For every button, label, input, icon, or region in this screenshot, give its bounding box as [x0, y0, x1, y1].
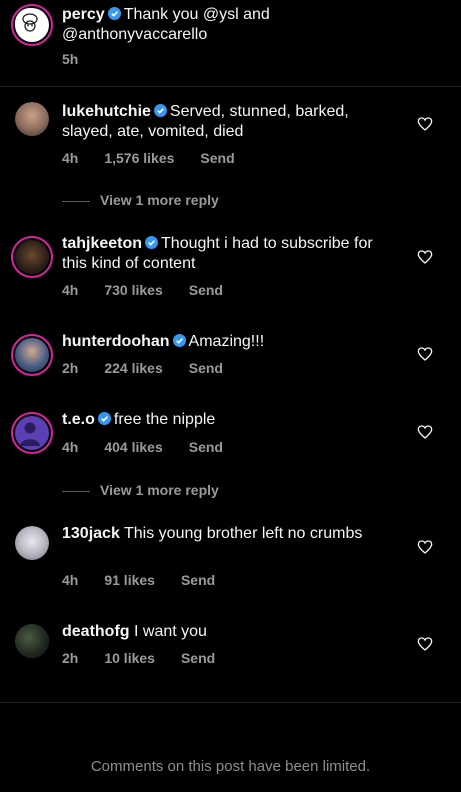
send-button[interactable]: Send — [189, 439, 223, 455]
heart-icon[interactable] — [417, 636, 433, 652]
verified-badge-icon — [172, 334, 186, 347]
heart-icon[interactable] — [417, 116, 433, 132]
view-replies-label: View 1 more reply — [100, 482, 219, 498]
comment-text: This young brother left no crumbs — [124, 525, 363, 542]
comment-text: I want you — [134, 623, 207, 640]
reply-line — [62, 200, 90, 202]
avatar[interactable] — [15, 102, 49, 136]
comment-time: 4h — [62, 282, 79, 298]
send-button[interactable]: Send — [189, 282, 223, 298]
comment-username[interactable]: hunterdoohan — [62, 333, 170, 350]
caption-username[interactable]: percy — [62, 6, 105, 23]
divider — [0, 702, 461, 703]
comment-time: 4h — [62, 150, 79, 166]
avatar[interactable] — [11, 334, 53, 376]
divider — [0, 86, 461, 87]
like-count[interactable]: 224 likes — [104, 360, 162, 376]
heart-icon[interactable] — [417, 424, 433, 440]
comment-username[interactable]: 130jack — [62, 525, 120, 542]
view-replies-button[interactable]: View 1 more reply — [62, 192, 219, 208]
comment-username[interactable]: deathofg — [62, 623, 130, 640]
comments-limited-notice: Comments on this post have been limited. — [90, 758, 371, 775]
avatar[interactable] — [11, 236, 53, 278]
send-button[interactable]: Send — [189, 360, 223, 376]
send-button[interactable]: Send — [181, 572, 215, 588]
like-count[interactable]: 730 likes — [104, 282, 162, 298]
comment-username[interactable]: lukehutchie — [62, 103, 151, 120]
caption-time: 5h — [62, 51, 79, 67]
avatar[interactable] — [15, 526, 49, 560]
like-count[interactable]: 91 likes — [104, 572, 155, 588]
comment-time: 2h — [62, 360, 79, 376]
comment-time: 4h — [62, 572, 79, 588]
reply-line — [62, 490, 90, 492]
avatar[interactable] — [11, 4, 53, 46]
verified-badge-icon — [97, 412, 111, 425]
heart-icon[interactable] — [417, 346, 433, 362]
verified-badge-icon — [145, 236, 159, 249]
heart-icon[interactable] — [417, 539, 433, 555]
verified-badge-icon — [107, 7, 121, 20]
comment-username[interactable]: t.e.o — [62, 411, 95, 428]
avatar[interactable] — [15, 624, 49, 658]
comment-time: 4h — [62, 439, 79, 455]
like-count[interactable]: 1,576 likes — [104, 150, 174, 166]
comment-text: Amazing!!! — [188, 333, 265, 350]
comment-username[interactable]: tahjkeeton — [62, 235, 142, 252]
comment-text: free the nipple — [113, 411, 216, 428]
like-count[interactable]: 404 likes — [104, 439, 162, 455]
comment-time: 2h — [62, 650, 79, 666]
avatar[interactable] — [11, 412, 53, 454]
send-button[interactable]: Send — [200, 150, 234, 166]
view-replies-button[interactable]: View 1 more reply — [62, 482, 219, 498]
verified-badge-icon — [153, 104, 167, 117]
like-count[interactable]: 10 likes — [104, 650, 155, 666]
heart-icon[interactable] — [417, 249, 433, 265]
send-button[interactable]: Send — [181, 650, 215, 666]
view-replies-label: View 1 more reply — [100, 192, 219, 208]
